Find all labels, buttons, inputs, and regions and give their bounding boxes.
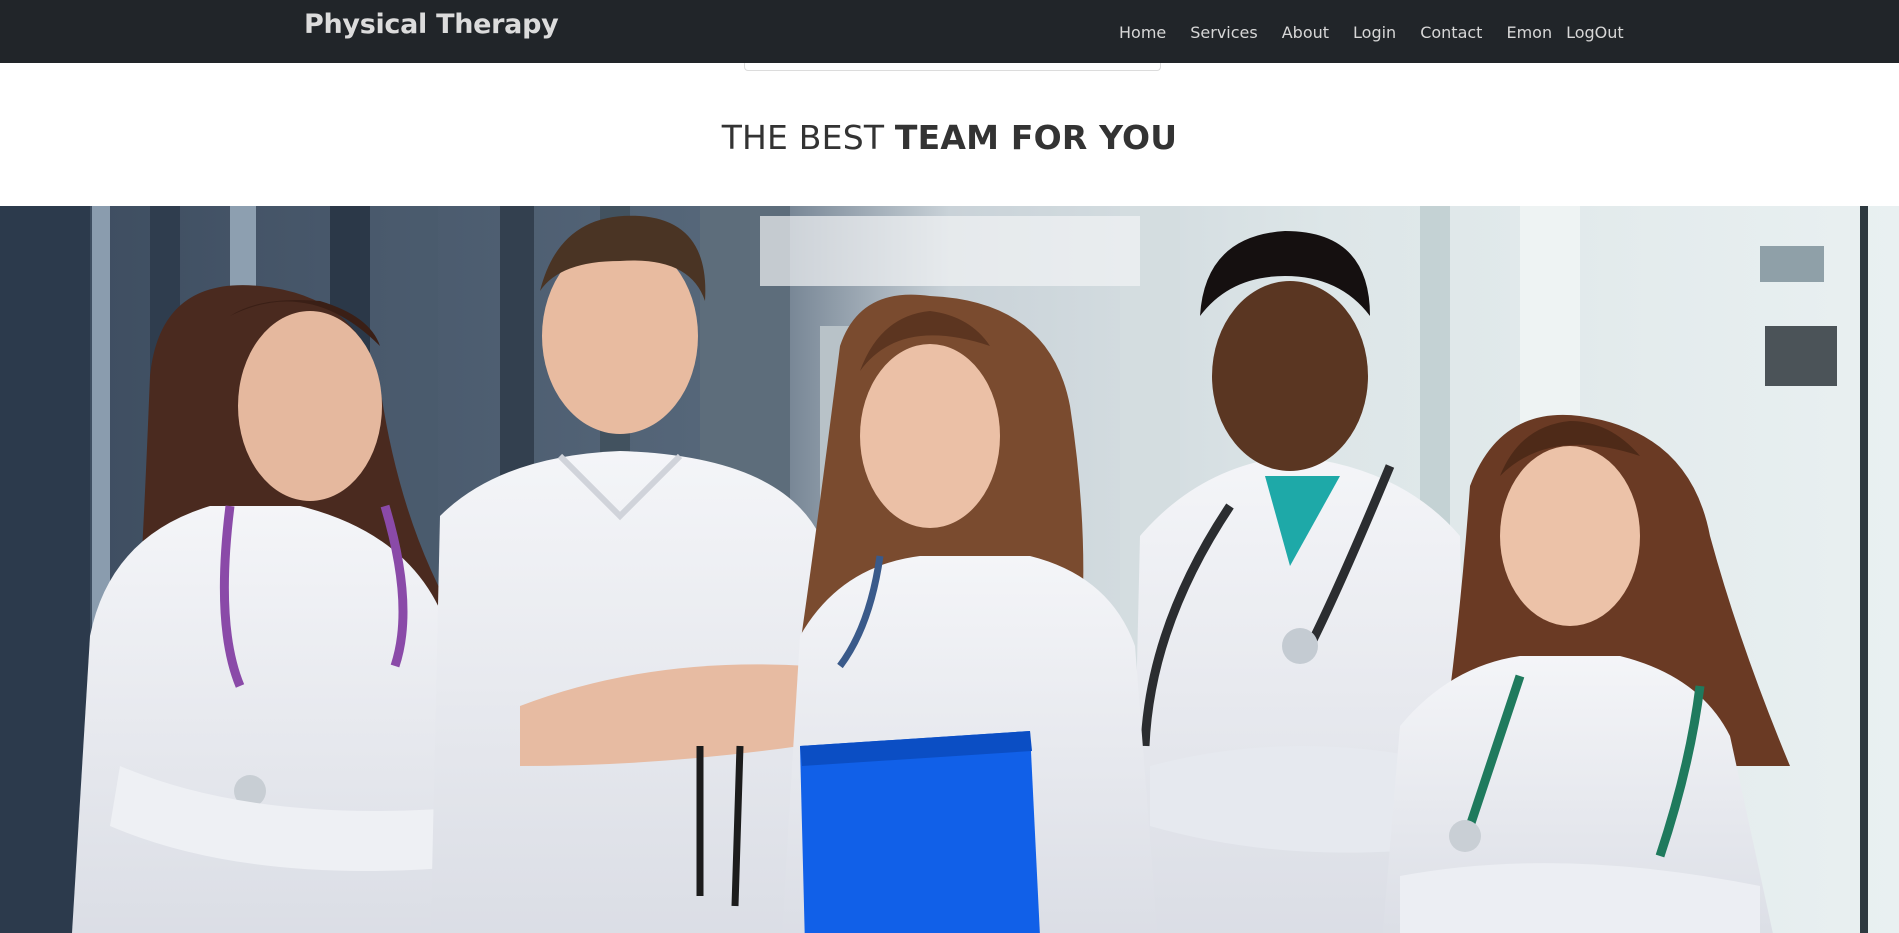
nav-contact[interactable]: Contact xyxy=(1420,23,1482,42)
nav-home[interactable]: Home xyxy=(1119,23,1166,42)
section-heading: THE BEST TEAM FOR YOU xyxy=(0,118,1899,157)
nav-user-name[interactable]: Emon xyxy=(1506,23,1552,42)
team-photo xyxy=(0,206,1899,933)
top-navbar: Physical Therapy Home Services About Log… xyxy=(0,0,1899,63)
nav-logout[interactable]: LogOut xyxy=(1566,23,1624,42)
heading-light-text: THE BEST xyxy=(721,118,885,157)
brand-logo[interactable]: Physical Therapy xyxy=(304,9,559,40)
nav-menu: Home Services About Login Contact Emon L… xyxy=(1119,20,1624,44)
heading-bold-text: TEAM FOR YOU xyxy=(894,118,1178,157)
nav-about[interactable]: About xyxy=(1282,23,1329,42)
dropdown-box-edge xyxy=(744,63,1161,71)
nav-login[interactable]: Login xyxy=(1353,23,1396,42)
nav-services[interactable]: Services xyxy=(1190,23,1257,42)
